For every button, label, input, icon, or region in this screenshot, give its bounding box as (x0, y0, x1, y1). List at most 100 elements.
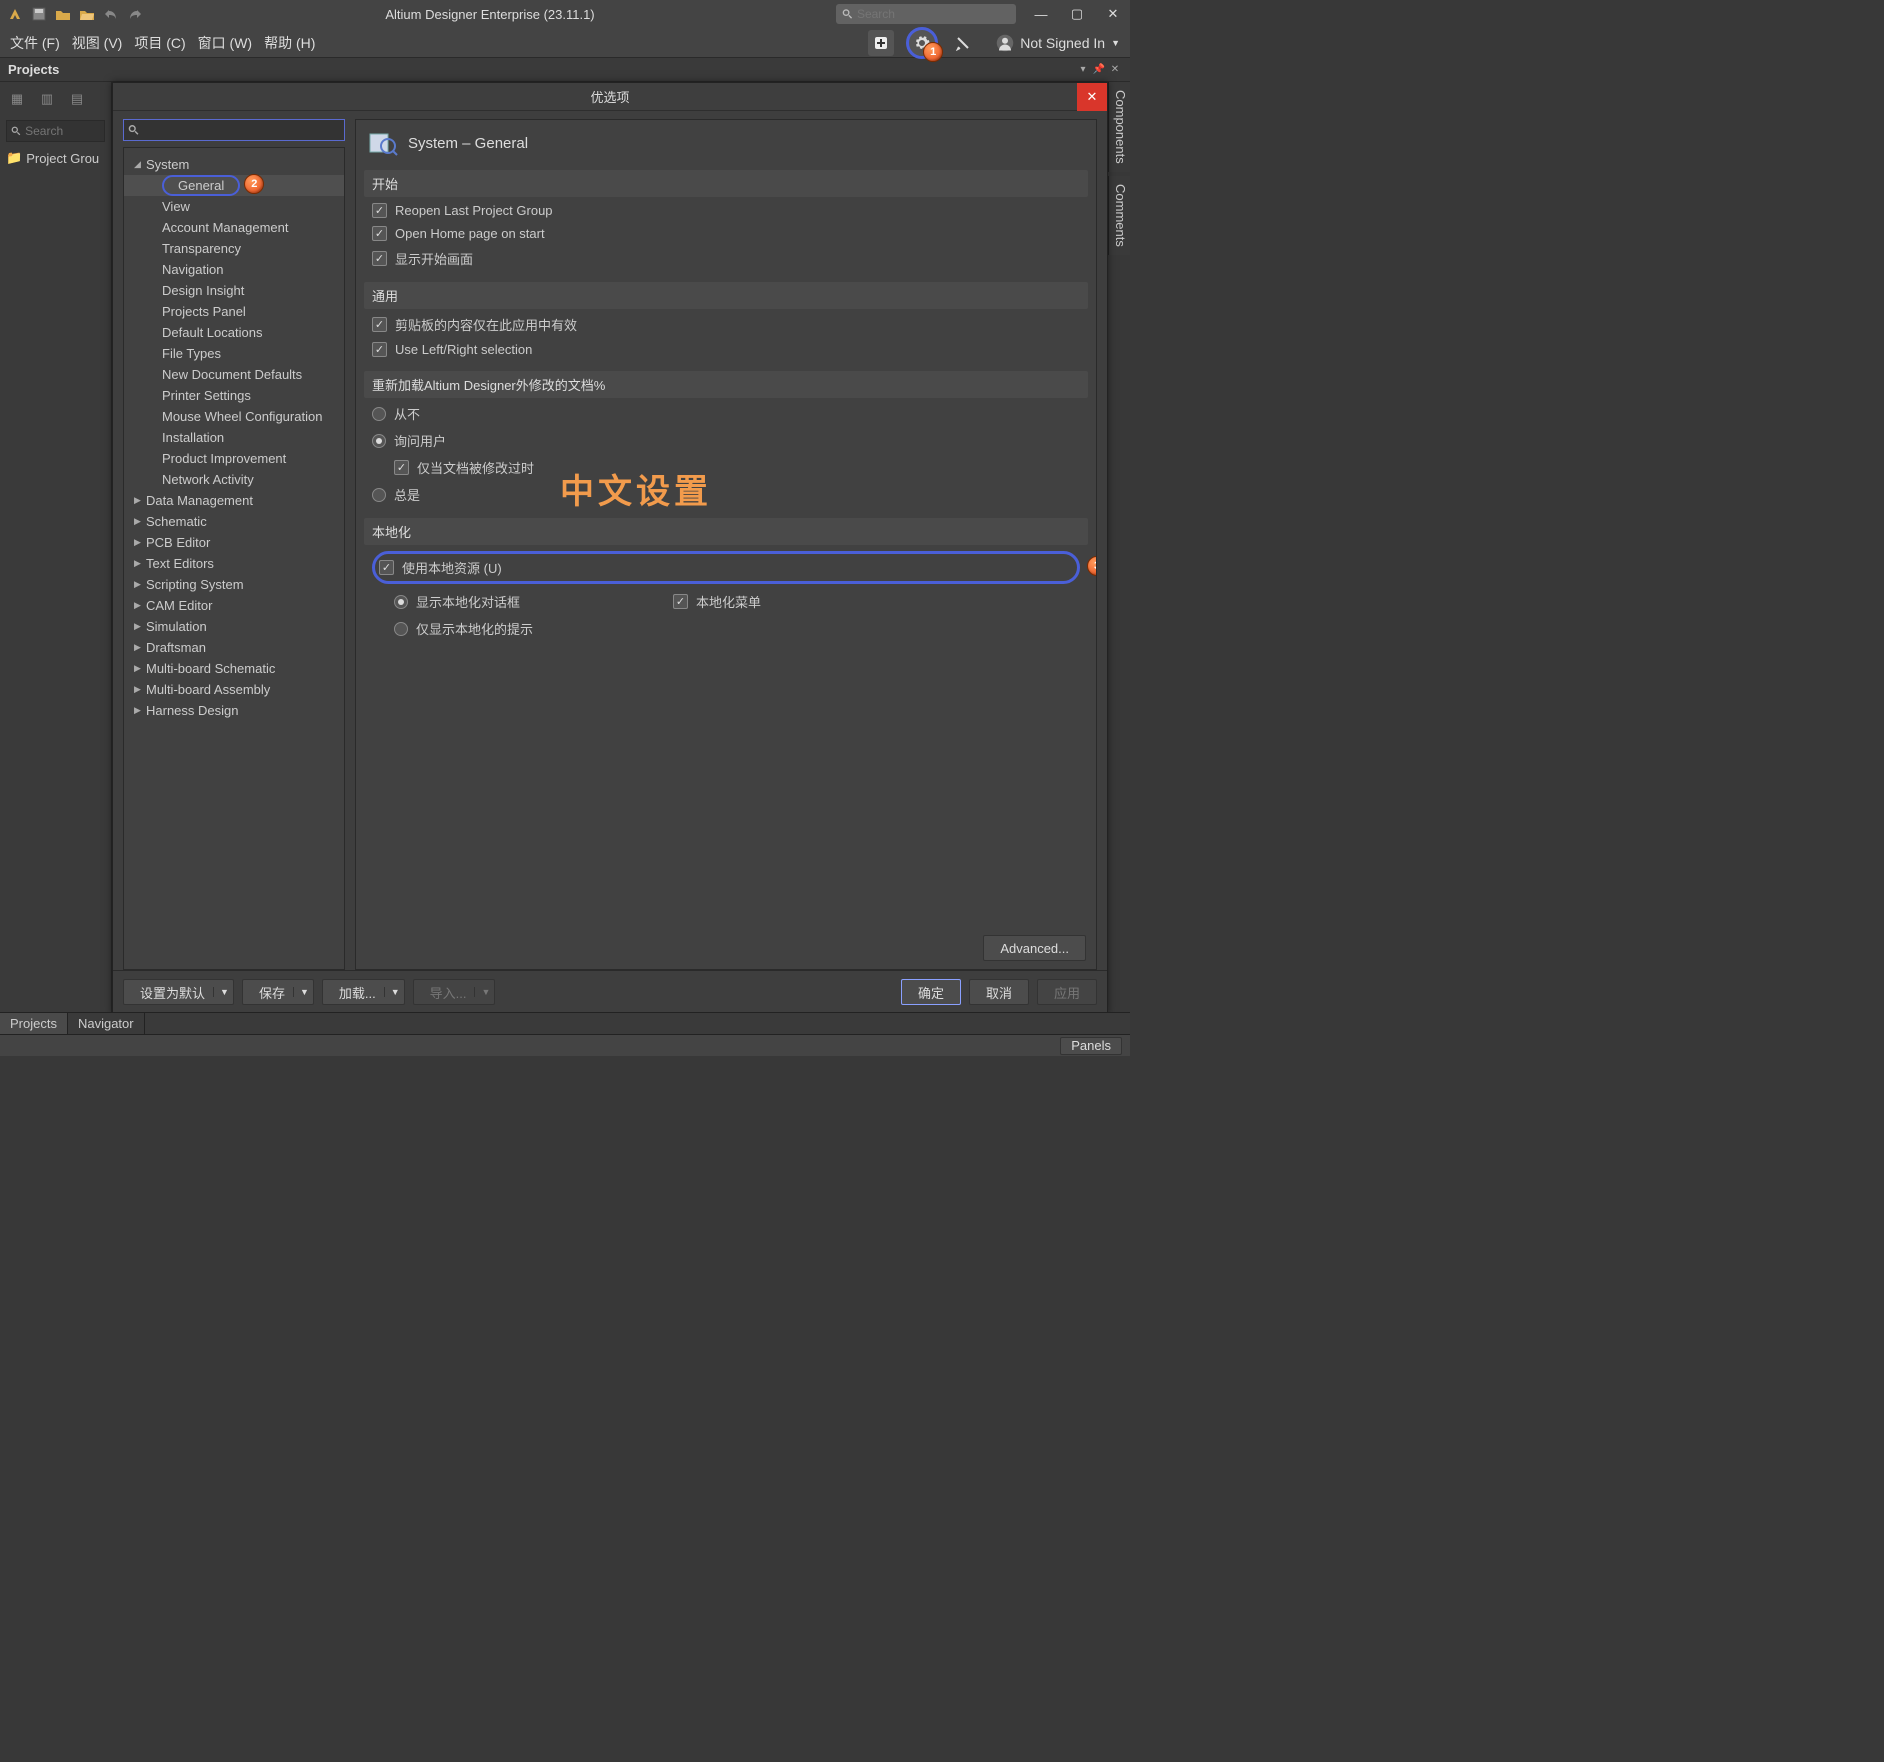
cancel-button[interactable]: 取消 (969, 979, 1029, 1005)
projects-panel: ▦ ▥ ▤ 📁 Project Grou (0, 82, 112, 1012)
pin-icon[interactable]: 📌 (1092, 63, 1106, 77)
notifications-icon[interactable] (950, 30, 976, 56)
checkbox-use-local-resources[interactable]: ✓ 使用本地资源 (U) 3 (372, 551, 1080, 584)
tree-item[interactable]: Printer Settings (124, 385, 344, 406)
menu-view[interactable]: 视图 (V) (72, 33, 123, 53)
preferences-button[interactable]: 1 (906, 27, 938, 59)
right-vertical-tabs: Components Comments (1108, 82, 1130, 255)
menu-file[interactable]: 文件 (F) (10, 33, 60, 53)
checkbox-open-home[interactable]: Open Home page on start (372, 226, 1080, 241)
add-button[interactable] (868, 30, 894, 56)
tree-item[interactable]: ▶Schematic (124, 511, 344, 532)
signin-button[interactable]: Not Signed In ▼ (996, 34, 1120, 52)
tree-item[interactable]: Projects Panel (124, 301, 344, 322)
checkbox-local-menu[interactable]: 本地化菜单 (673, 592, 761, 611)
tree-item[interactable]: Navigation (124, 259, 344, 280)
checkbox-reopen-project[interactable]: Reopen Last Project Group (372, 203, 1080, 218)
tree-system[interactable]: ◢System (124, 154, 344, 175)
tree-item[interactable]: ▶PCB Editor (124, 532, 344, 553)
tree-item[interactable]: ▶Draftsman (124, 637, 344, 658)
open-folder-icon[interactable] (54, 5, 72, 23)
statusbar: Panels (0, 1034, 1130, 1056)
tree-search[interactable] (123, 119, 345, 141)
preferences-tree[interactable]: ◢System General 2 View Account Managemen… (123, 147, 345, 970)
minimize-button[interactable]: — (1030, 3, 1052, 25)
checkbox-show-start[interactable]: 显示开始画面 (372, 249, 1080, 268)
menu-help[interactable]: 帮助 (H) (264, 33, 315, 53)
tree-item[interactable]: File Types (124, 343, 344, 364)
radio-always[interactable]: 总是 (372, 485, 1080, 504)
panel-tool-1-icon[interactable]: ▦ (6, 88, 28, 110)
tree-item[interactable]: ▶Multi-board Assembly (124, 679, 344, 700)
advanced-button[interactable]: Advanced... (983, 935, 1086, 961)
vtab-comments[interactable]: Comments (1108, 176, 1130, 255)
tree-item[interactable]: ▶Data Management (124, 490, 344, 511)
maximize-button[interactable]: ▢ (1066, 3, 1088, 25)
open-folder-alt-icon[interactable] (78, 5, 96, 23)
global-search[interactable] (836, 4, 1016, 24)
set-default-button[interactable]: 设置为默认▼ (123, 979, 234, 1005)
tree-item[interactable]: ▶Simulation (124, 616, 344, 637)
save-button[interactable]: 保存▼ (242, 979, 314, 1005)
menu-window[interactable]: 窗口 (W) (198, 33, 252, 53)
menu-project[interactable]: 项目 (C) (134, 33, 185, 53)
projects-panel-title: Projects (8, 62, 59, 77)
search-icon (128, 124, 139, 136)
load-button[interactable]: 加载...▼ (322, 979, 405, 1005)
tree-item[interactable]: Network Activity (124, 469, 344, 490)
chevron-down-icon[interactable]: ▼ (384, 987, 400, 997)
radio-ask[interactable]: 询问用户 (372, 431, 1080, 450)
signin-label: Not Signed In (1020, 35, 1105, 51)
close-button[interactable]: ✕ (1102, 3, 1124, 25)
undo-icon[interactable] (102, 5, 120, 23)
checkbox-only-modified[interactable]: 仅当文档被修改过时 (394, 458, 1080, 477)
panel-menu-icon[interactable]: ▾ (1076, 63, 1090, 77)
tree-item[interactable]: Installation (124, 427, 344, 448)
tree-system-general[interactable]: General 2 (124, 175, 344, 196)
apply-button: 应用 (1037, 979, 1097, 1005)
ok-button[interactable]: 确定 (901, 979, 961, 1005)
app-logo-icon (6, 5, 24, 23)
tree-item[interactable]: ▶CAM Editor (124, 595, 344, 616)
tree-item[interactable]: New Document Defaults (124, 364, 344, 385)
folder-icon: 📁 (6, 150, 22, 166)
panel-tool-2-icon[interactable]: ▥ (36, 88, 58, 110)
redo-icon[interactable] (126, 5, 144, 23)
radio-show-local-hint[interactable]: 仅显示本地化的提示 (394, 619, 533, 638)
projects-search-input[interactable] (25, 124, 100, 138)
panel-close-icon[interactable]: ✕ (1108, 63, 1122, 77)
checkbox-clipboard-app[interactable]: 剪贴板的内容仅在此应用中有效 (372, 315, 1080, 334)
radio-show-local-dialog[interactable]: 显示本地化对话框 (394, 592, 533, 611)
tree-item[interactable]: Default Locations (124, 322, 344, 343)
callout-2: 2 (244, 174, 264, 194)
projects-panel-header: Projects ▾ 📌 ✕ (0, 58, 1130, 82)
tree-item[interactable]: ▶Text Editors (124, 553, 344, 574)
tree-item[interactable]: Design Insight (124, 280, 344, 301)
chevron-down-icon: ▼ (1111, 38, 1120, 48)
chevron-down-icon[interactable]: ▼ (293, 987, 309, 997)
tree-item[interactable]: View (124, 196, 344, 217)
dialog-footer: 设置为默认▼ 保存▼ 加载...▼ 导入...▼ 确定 取消 应用 (113, 970, 1107, 1013)
checkbox-lr-selection[interactable]: Use Left/Right selection (372, 342, 1080, 357)
tree-item[interactable]: ▶Scripting System (124, 574, 344, 595)
tree-item[interactable]: Product Improvement (124, 448, 344, 469)
tab-navigator[interactable]: Navigator (68, 1013, 145, 1034)
vtab-components[interactable]: Components (1108, 82, 1130, 172)
tree-item[interactable]: Account Management (124, 217, 344, 238)
tree-item[interactable]: Mouse Wheel Configuration (124, 406, 344, 427)
tree-item[interactable]: Transparency (124, 238, 344, 259)
radio-never[interactable]: 从不 (372, 404, 1080, 423)
save-icon[interactable] (30, 5, 48, 23)
project-group-label: Project Grou (26, 151, 99, 166)
panels-button[interactable]: Panels (1060, 1037, 1122, 1055)
tree-search-input[interactable] (139, 123, 340, 137)
tree-item[interactable]: ▶Multi-board Schematic (124, 658, 344, 679)
project-group-row[interactable]: 📁 Project Grou (0, 146, 111, 170)
panel-tool-3-icon[interactable]: ▤ (66, 88, 88, 110)
tab-projects[interactable]: Projects (0, 1013, 68, 1034)
dialog-close-button[interactable]: ✕ (1077, 83, 1107, 111)
projects-search[interactable] (6, 120, 105, 142)
tree-item[interactable]: ▶Harness Design (124, 700, 344, 721)
global-search-input[interactable] (857, 7, 1010, 21)
chevron-down-icon[interactable]: ▼ (213, 987, 229, 997)
